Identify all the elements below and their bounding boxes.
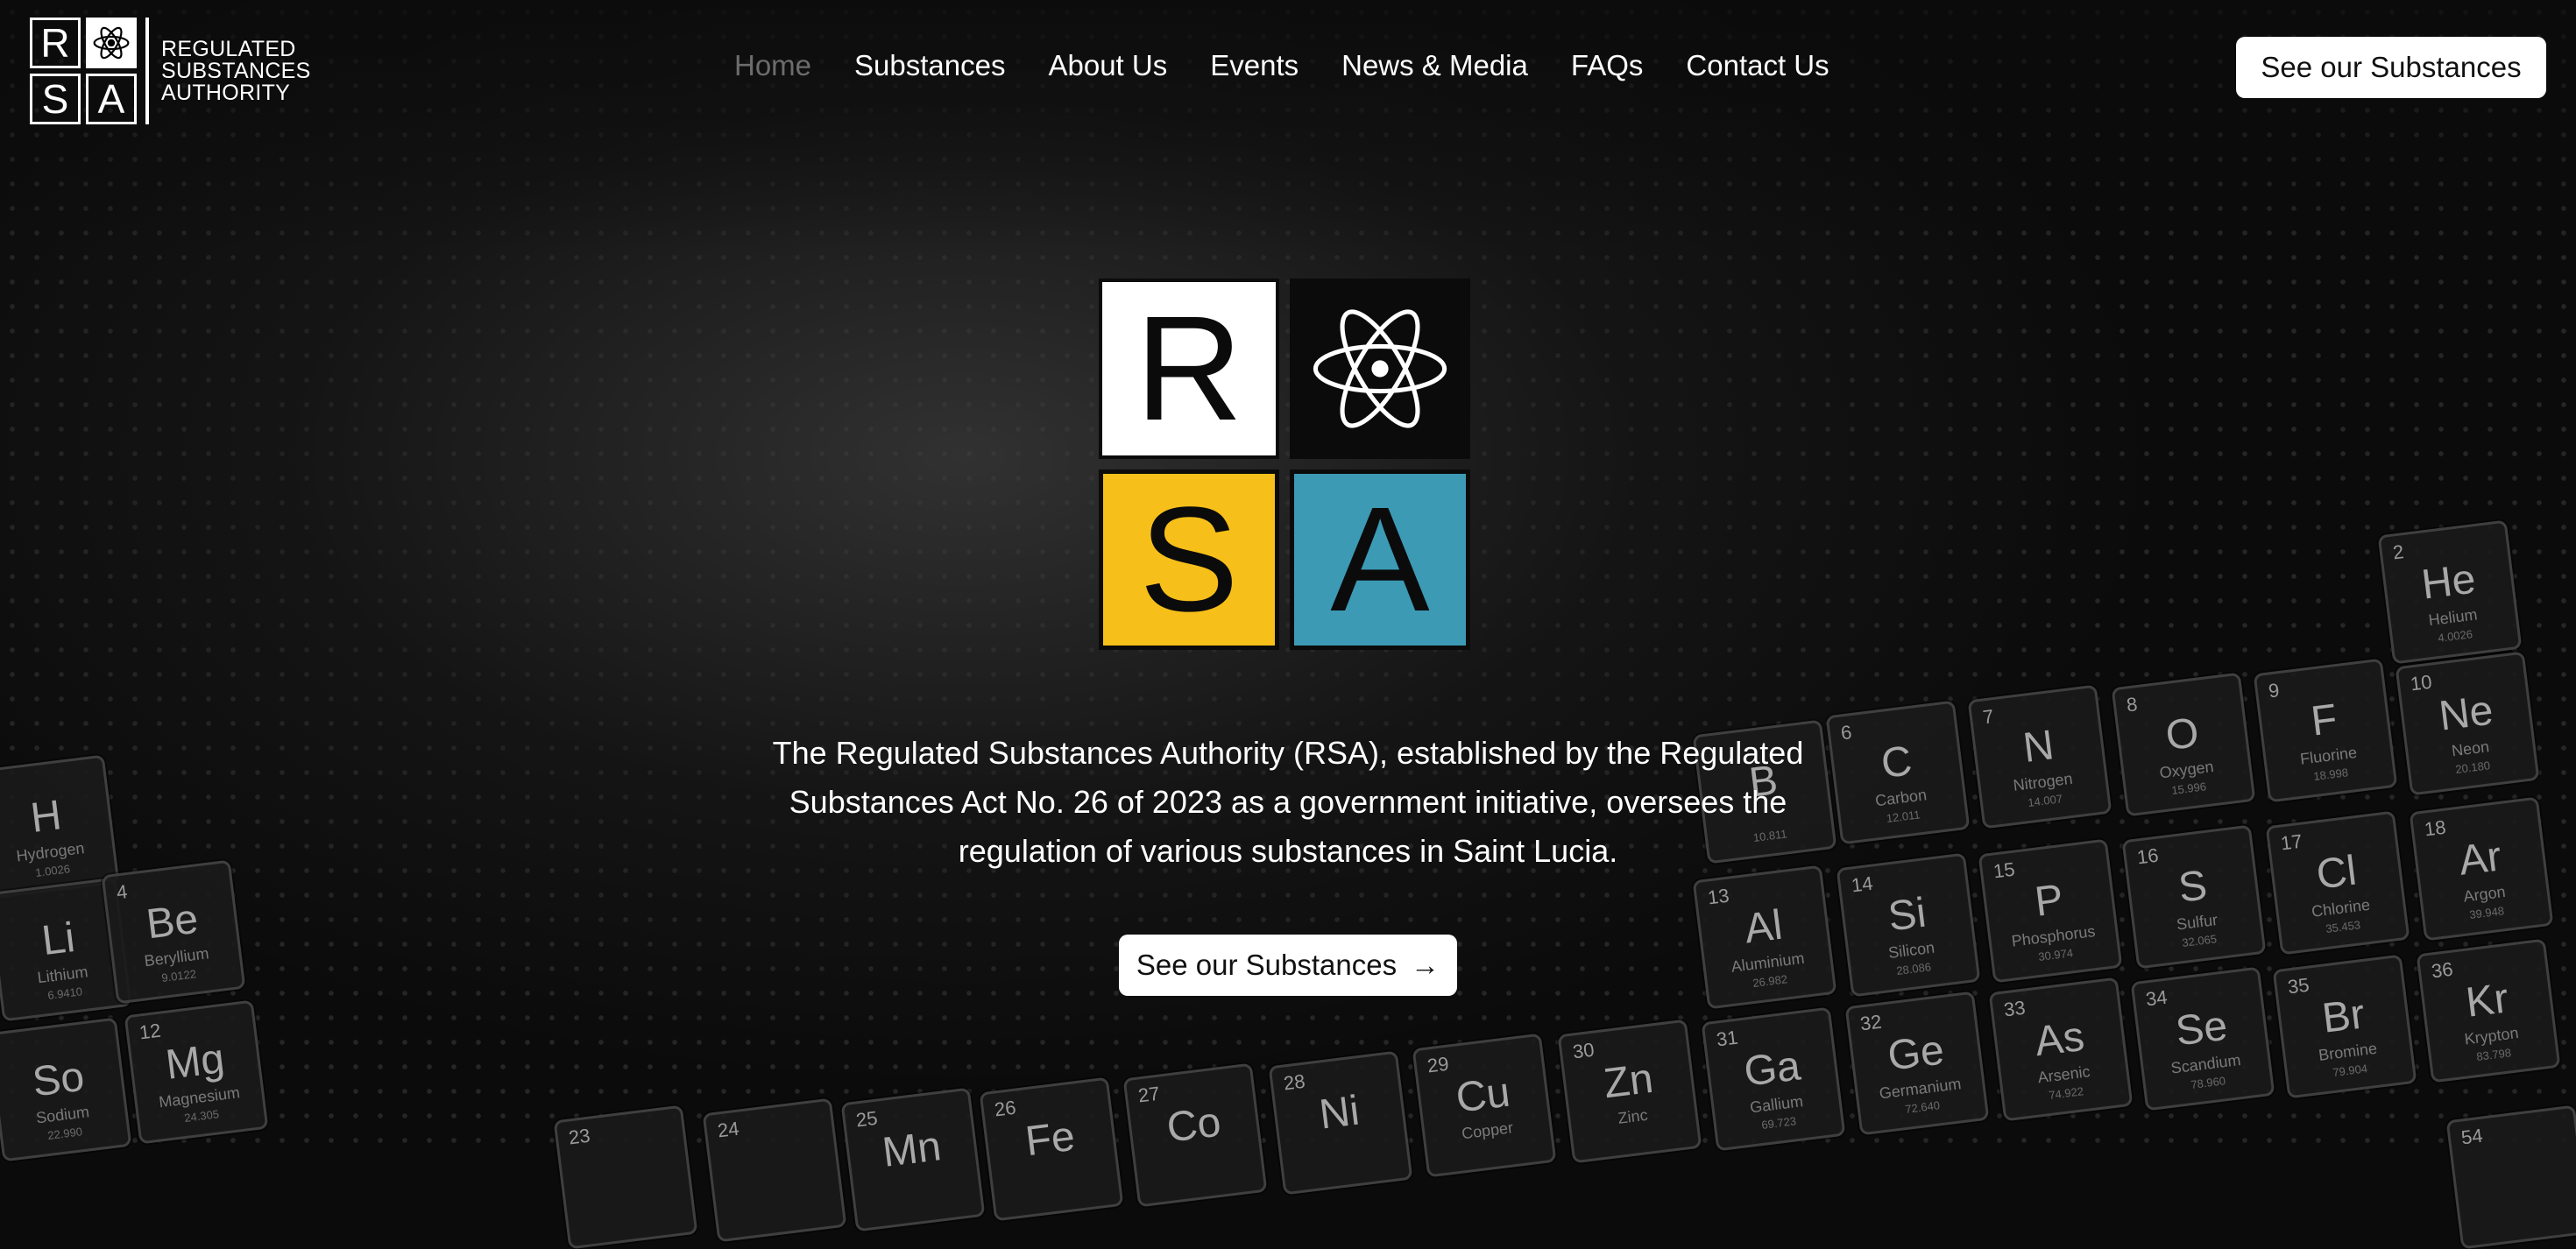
element-weight — [994, 1179, 1118, 1194]
element-number: 29 — [1426, 1052, 1450, 1077]
hero-see-substances-button[interactable]: See our Substances → — [1119, 935, 1457, 996]
element-tile: 14 Si Silicon 28.086 — [1836, 852, 1981, 998]
element-number: 9 — [2267, 679, 2281, 702]
element-tile: 33 As Arsenic 74.922 — [1988, 977, 2134, 1122]
logo-text-line: REGULATED — [161, 36, 296, 61]
logo-divider — [145, 18, 149, 124]
element-tile: 24 — [702, 1097, 847, 1243]
element-number: 23 — [567, 1124, 591, 1149]
element-number: 4 — [115, 880, 129, 904]
element-tile: 30 Zn Zinc — [1557, 1019, 1702, 1164]
element-tile: 18 Ar Argon 39.948 — [2409, 796, 2554, 942]
site-logo[interactable]: R S A REGULATED SUBSTANCES AUTHORITY — [30, 18, 311, 124]
element-number: 30 — [1571, 1038, 1596, 1063]
element-tile: H Hydrogen 1.0026 — [0, 754, 120, 900]
element-tile: 23 — [553, 1104, 698, 1249]
element-tile: 29 Cu Copper — [1412, 1033, 1557, 1178]
logo-letter-s: S — [30, 74, 81, 124]
element-tile: 35 Br Bromine 79.904 — [2272, 954, 2417, 1099]
logo-text-line: AUTHORITY — [161, 80, 291, 105]
element-number: 33 — [2002, 996, 2027, 1021]
nav-home[interactable]: Home — [734, 49, 811, 82]
logo-letter-r: R — [30, 18, 81, 68]
element-number: 32 — [1858, 1010, 1883, 1035]
element-tile: 31 Ga Gallium 69.723 — [1701, 1006, 1846, 1152]
nav-contact-us[interactable]: Contact Us — [1686, 49, 1829, 82]
element-tile: 36 Kr Krypton 83.798 — [2416, 938, 2561, 1083]
element-tile: 6 C Carbon 12.011 — [1825, 700, 1971, 845]
hero-button-label: See our Substances — [1136, 949, 1398, 981]
element-number: 36 — [2430, 957, 2454, 983]
element-name — [2459, 1186, 2576, 1201]
element-tile: 2 He Helium 4.0026 — [2377, 519, 2523, 665]
element-weight — [2461, 1207, 2576, 1222]
element-tile: 17 Cl Chlorine 35.453 — [2265, 810, 2410, 956]
element-tile: 26 Fe — [979, 1076, 1124, 1222]
hero-tile-r: R — [1099, 279, 1279, 459]
element-number: 17 — [2279, 829, 2304, 855]
element-tile: 7 N Nitrogen 14.007 — [1967, 684, 2112, 829]
header-see-substances-button[interactable]: See our Substances — [2236, 37, 2546, 98]
element-tile: 9 F Fluorine 18.998 — [2253, 658, 2398, 803]
element-weight — [856, 1189, 980, 1204]
element-name — [566, 1186, 690, 1201]
element-number: 34 — [2144, 985, 2169, 1011]
element-tile: 4 Be Beryllium 9.0122 — [101, 859, 246, 1005]
element-number: 35 — [2286, 973, 2311, 998]
logo-grid: R S A — [30, 18, 137, 124]
element-number: 2 — [2391, 540, 2405, 564]
element-tile: 34 Se Scandium 78.960 — [2130, 966, 2275, 1111]
hero-description: The Regulated Substances Authority (RSA)… — [772, 735, 1804, 869]
element-weight — [718, 1200, 841, 1215]
nav-about-us[interactable]: About Us — [1048, 49, 1167, 82]
atom-icon — [86, 18, 137, 68]
element-tile: 16 S Sulfur 32.065 — [2121, 824, 2267, 970]
hero-tile-a: A — [1290, 469, 1470, 650]
nav-events[interactable]: Events — [1210, 49, 1299, 82]
logo-text-line: SUBSTANCES — [161, 58, 311, 83]
element-tile: So Sodium 22.990 — [0, 1017, 132, 1162]
main-nav: Home Substances About Us Events News & M… — [734, 49, 1829, 82]
element-tile: 13 Al Aluminium 26.982 — [1692, 864, 1837, 1010]
hero-atom-icon — [1290, 279, 1470, 459]
element-number: 54 — [2459, 1124, 2484, 1149]
logo-wordmark: REGULATED SUBSTANCES AUTHORITY — [161, 36, 311, 105]
element-weight — [1138, 1165, 1262, 1180]
element-number: 16 — [2135, 843, 2160, 869]
element-tile: 32 Ge Germanium 72.640 — [1844, 991, 1990, 1136]
element-number: 18 — [2423, 815, 2447, 841]
element-tile: 15 P Phosphorus 30.974 — [1978, 838, 2123, 984]
arrow-right-icon: → — [1411, 949, 1440, 981]
element-number: 7 — [1981, 705, 1995, 729]
element-weight — [569, 1207, 692, 1222]
element-tile: 27 Co — [1122, 1062, 1268, 1208]
element-number: 8 — [2125, 693, 2139, 716]
element-tile: 54 — [2445, 1104, 2576, 1249]
element-tile: 8 O Oxygen 15.996 — [2111, 672, 2256, 817]
nav-faqs[interactable]: FAQs — [1571, 49, 1644, 82]
hero-logo: R S A — [1099, 279, 1474, 653]
element-number: 10 — [2409, 670, 2433, 695]
element-number: 24 — [716, 1117, 740, 1142]
element-number: 13 — [1706, 884, 1730, 909]
element-weight — [1284, 1153, 1407, 1168]
element-number: 12 — [138, 1019, 162, 1044]
element-name — [715, 1179, 839, 1194]
logo-letter-a: A — [86, 74, 137, 124]
element-tile: 12 Mg Magnesium 24.305 — [124, 999, 269, 1145]
element-number: 26 — [993, 1096, 1017, 1121]
element-number: 27 — [1136, 1082, 1161, 1107]
nav-substances[interactable]: Substances — [854, 49, 1005, 82]
element-number: 28 — [1282, 1069, 1306, 1095]
element-tile: 10 Ne Neon 20.180 — [2395, 651, 2540, 796]
element-number: 6 — [1839, 721, 1853, 744]
element-number: 25 — [854, 1106, 879, 1132]
element-number: 31 — [1715, 1026, 1739, 1051]
element-number: 15 — [1992, 857, 2016, 883]
hero-tile-s: S — [1099, 469, 1279, 650]
nav-news-media[interactable]: News & Media — [1341, 49, 1528, 82]
element-tile: 25 Mn — [840, 1087, 986, 1232]
element-number: 14 — [1850, 871, 1874, 897]
element-tile: 28 Ni — [1268, 1050, 1413, 1196]
